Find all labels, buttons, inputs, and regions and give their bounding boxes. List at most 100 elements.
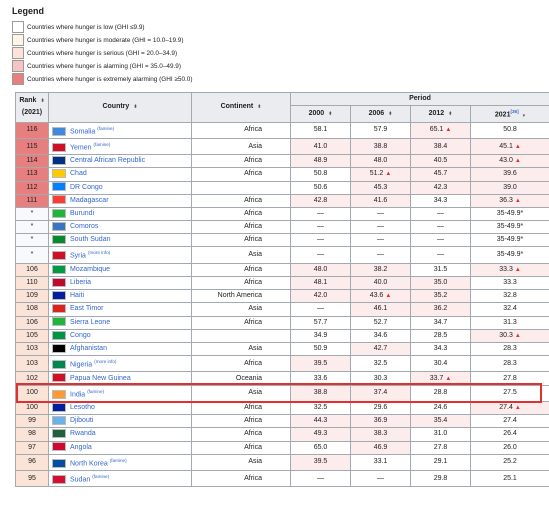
table-row: 105 Congo 34.9 34.6 28.5 30.3 ▲ <box>15 328 549 343</box>
sort-icon[interactable]: ⬍ <box>448 111 452 117</box>
ghi-value: 33.1 <box>373 458 388 466</box>
country-link[interactable]: Liberia <box>70 279 91 286</box>
flag-icon <box>52 264 66 274</box>
ghi-value: 48.0 <box>313 265 328 273</box>
sort-icon[interactable]: ⬍ <box>257 104 261 110</box>
flag-icon <box>52 155 66 165</box>
country-note-link[interactable]: (famine) <box>87 389 104 394</box>
country-link[interactable]: Sierra Leone <box>70 319 110 326</box>
ghi-cell-2000: 44.3 <box>290 414 351 429</box>
rank-cell: 109 <box>15 289 49 304</box>
ghi-cell-2012: — <box>410 246 471 264</box>
ghi-cell-2000: 65.0 <box>290 440 351 455</box>
continent-header[interactable]: Continent ⬍ <box>191 92 291 123</box>
increase-icon: ▲ <box>514 197 521 204</box>
ghi-cell-2006: 51.2 ▲ <box>350 167 411 182</box>
country-link[interactable]: Angola <box>70 444 92 451</box>
ghi-value: — <box>317 223 324 231</box>
country-link[interactable]: Rwanda <box>70 430 96 437</box>
rank-cell: 99 <box>15 414 49 429</box>
country-cell: Somalia (famine) <box>48 121 192 139</box>
year-header-2012[interactable]: 2012 ⬍ <box>410 105 471 123</box>
ghi-value: 30.3 <box>499 331 513 339</box>
year-header-2000[interactable]: 2000 ⬍ <box>290 105 351 123</box>
sort-icon[interactable]: ⬍ <box>328 111 332 117</box>
ghi-value: 35.0 <box>433 279 448 287</box>
ghi-cell-2021: 32.4 <box>469 302 549 317</box>
country-link[interactable]: Comoros <box>70 223 98 230</box>
country-link[interactable]: Somalia <box>70 128 95 135</box>
dropdown-icon[interactable]: ▾ <box>523 113 526 119</box>
ghi-cell-2021: 28.3 <box>469 341 549 357</box>
country-cell: Rwanda <box>48 427 192 442</box>
sort-icon[interactable]: ⬍ <box>40 98 44 104</box>
table-row: 109 Haiti North America 42.0 43.6 ▲ 35.2 32.8 <box>15 289 549 304</box>
country-link[interactable]: South Sudan <box>70 236 110 243</box>
country-link[interactable]: Congo <box>70 332 91 339</box>
ghi-value: — <box>317 474 324 482</box>
rank-cell: * <box>15 206 49 222</box>
country-cell: South Sudan <box>48 233 192 248</box>
country-link[interactable]: Lesotho <box>70 404 95 411</box>
country-link[interactable]: DR Congo <box>70 184 103 191</box>
country-cell: Madagascar <box>48 193 192 208</box>
period-header: Period <box>289 91 549 107</box>
ghi-value: 39.5 <box>313 458 328 466</box>
country-link[interactable]: India <box>70 391 85 398</box>
rank-header[interactable]: Rank ⬍ (2021) <box>15 92 49 123</box>
ghi-cell-2012: 45.7 <box>410 167 471 182</box>
sort-icon[interactable]: ⬍ <box>388 111 392 117</box>
ghi-value: — <box>317 251 324 259</box>
sort-icon[interactable]: ⬍ <box>133 104 137 110</box>
country-link[interactable]: Afghanistan <box>70 345 107 352</box>
country-link[interactable]: Papua New Guinea <box>70 375 131 382</box>
ghi-value: 32.5 <box>313 404 328 412</box>
country-link[interactable]: Nigeria <box>70 361 92 368</box>
ghi-value: — <box>317 236 324 244</box>
country-link[interactable]: Syria <box>70 253 86 260</box>
country-link[interactable]: Madagascar <box>70 197 109 204</box>
year-header-2021[interactable]: 2021[35] ▾ <box>469 105 549 123</box>
ghi-value: 37.4 <box>373 389 388 397</box>
table-row: 100 India (famine) Asia 38.8 37.4 28.8 27.5 <box>15 384 549 402</box>
reference-link[interactable]: [35] <box>510 109 518 114</box>
ghi-cell-2021: 35-49.9* <box>469 206 549 222</box>
country-header[interactable]: Country ⬍ <box>48 92 192 123</box>
table-row: 110 Liberia Africa 48.1 40.0 35.0 33.3 <box>15 275 549 291</box>
country-link[interactable]: North Korea <box>70 460 108 467</box>
country-link[interactable]: East Timor <box>70 305 103 312</box>
ghi-cell-2012: 34.7 <box>410 315 471 330</box>
country-note-link[interactable]: (famine) <box>110 458 127 463</box>
continent-cell: Africa <box>191 427 291 442</box>
rank-cell: 105 <box>15 328 49 343</box>
continent-cell: Africa <box>191 414 291 429</box>
country-link[interactable]: Mozambique <box>70 266 110 273</box>
country-note-link[interactable]: (famine) <box>94 142 111 147</box>
country-link[interactable]: Burundi <box>70 210 94 217</box>
rank-cell: * <box>15 220 49 235</box>
ghi-cell-2012: 31.0 <box>410 427 471 442</box>
country-link[interactable]: Chad <box>70 170 87 177</box>
ghi-value: 50.8 <box>503 126 517 134</box>
continent-cell: Asia <box>191 384 291 402</box>
ghi-value: 50.9 <box>313 345 328 353</box>
country-link[interactable]: Haiti <box>70 292 84 299</box>
year-header-2006[interactable]: 2006 ⬍ <box>350 105 411 123</box>
ghi-cell-2021: 33.3 <box>469 275 549 291</box>
country-note-link[interactable]: (more info) <box>94 359 116 364</box>
country-link[interactable]: Djibouti <box>70 417 93 424</box>
ghi-value: — <box>377 474 384 482</box>
country-link[interactable]: Yemen <box>70 144 92 151</box>
flag-icon <box>52 360 66 370</box>
country-note-link[interactable]: (more info) <box>88 250 110 255</box>
ghi-cell-2006: 45.3 <box>350 180 411 195</box>
country-cell: Sierra Leone <box>48 315 192 330</box>
country-link[interactable]: Central African Republic <box>70 157 145 164</box>
ghi-value: 50.8 <box>313 170 328 178</box>
country-note-link[interactable]: (famine) <box>92 474 109 479</box>
country-link[interactable]: Sudan <box>70 476 90 483</box>
country-note-link[interactable]: (famine) <box>97 126 114 131</box>
ghi-value: 32.4 <box>503 305 517 313</box>
rank-cell: 103 <box>15 341 49 357</box>
increase-icon: ▲ <box>514 332 521 339</box>
